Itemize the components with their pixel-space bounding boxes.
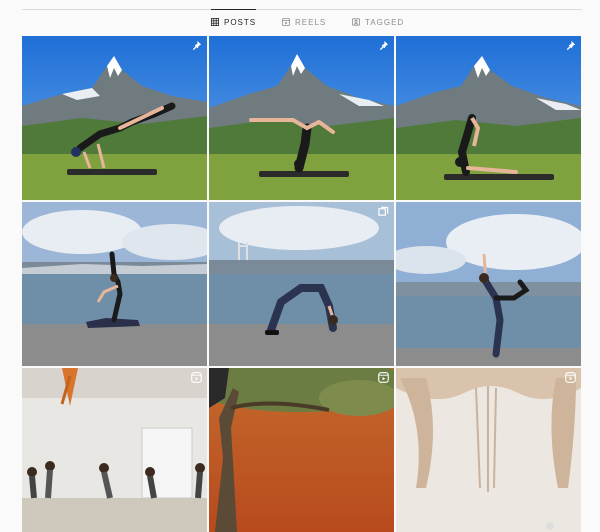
post-image [396,202,581,366]
pin-icon [378,40,389,51]
tab-posts-label: POSTS [224,17,257,27]
post-tile[interactable] [396,368,581,532]
post-tile[interactable] [396,36,581,200]
post-image [209,368,394,532]
reel-icon [191,372,202,383]
reel-icon [378,372,389,383]
tab-posts[interactable]: POSTS [211,9,257,34]
post-tile[interactable] [209,368,394,532]
post-image [396,368,581,532]
tab-reels-label: REELS [295,17,327,27]
grid-icon [211,18,219,26]
carousel-icon [378,206,389,217]
tagged-icon [352,18,360,26]
profile-tabs: POSTS REELS TAGGED [0,9,600,35]
post-tile[interactable] [396,202,581,366]
post-tile[interactable] [22,202,207,366]
post-image [22,202,207,366]
post-image [396,36,581,200]
reels-icon [282,18,290,26]
post-image [209,36,394,200]
post-tile[interactable] [209,36,394,200]
reel-icon [565,372,576,383]
post-tile[interactable] [22,368,207,532]
post-image [209,202,394,366]
tab-reels[interactable]: REELS [282,10,326,34]
tab-tagged[interactable]: TAGGED [352,10,404,34]
pin-icon [565,40,576,51]
post-tile[interactable] [209,202,394,366]
post-image [22,368,207,532]
tab-tagged-label: TAGGED [365,17,405,27]
pin-icon [191,40,202,51]
post-tile[interactable] [22,36,207,200]
post-image [22,36,207,200]
